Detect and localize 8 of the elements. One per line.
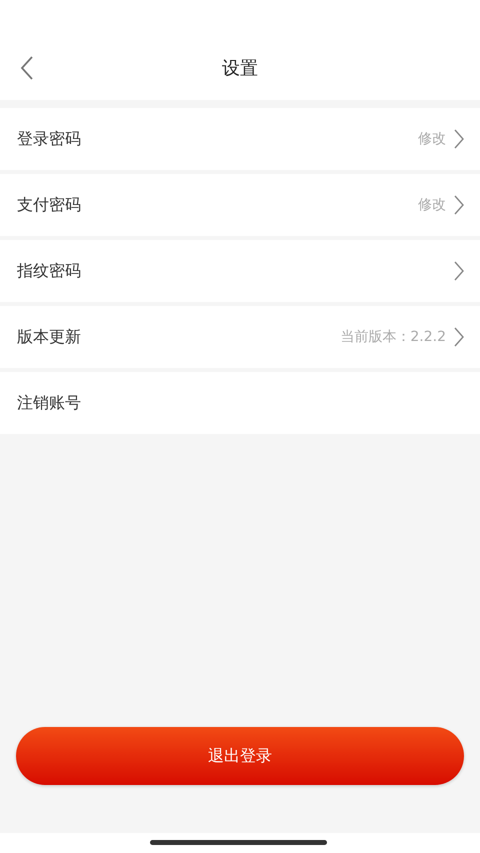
page-title: 设置 <box>222 57 258 80</box>
logout-button[interactable]: 退出登录 <box>16 727 464 785</box>
settings-item[interactable]: 登录密码 修改 <box>0 108 480 170</box>
settings-item[interactable]: 版本更新 当前版本：2.2.2 <box>0 306 480 368</box>
back-icon[interactable] <box>20 56 34 80</box>
settings-item[interactable]: 指纹密码 <box>0 240 480 302</box>
settings-item[interactable]: 支付密码 修改 <box>0 174 480 236</box>
settings-item[interactable]: 注销账号 <box>0 372 480 434</box>
